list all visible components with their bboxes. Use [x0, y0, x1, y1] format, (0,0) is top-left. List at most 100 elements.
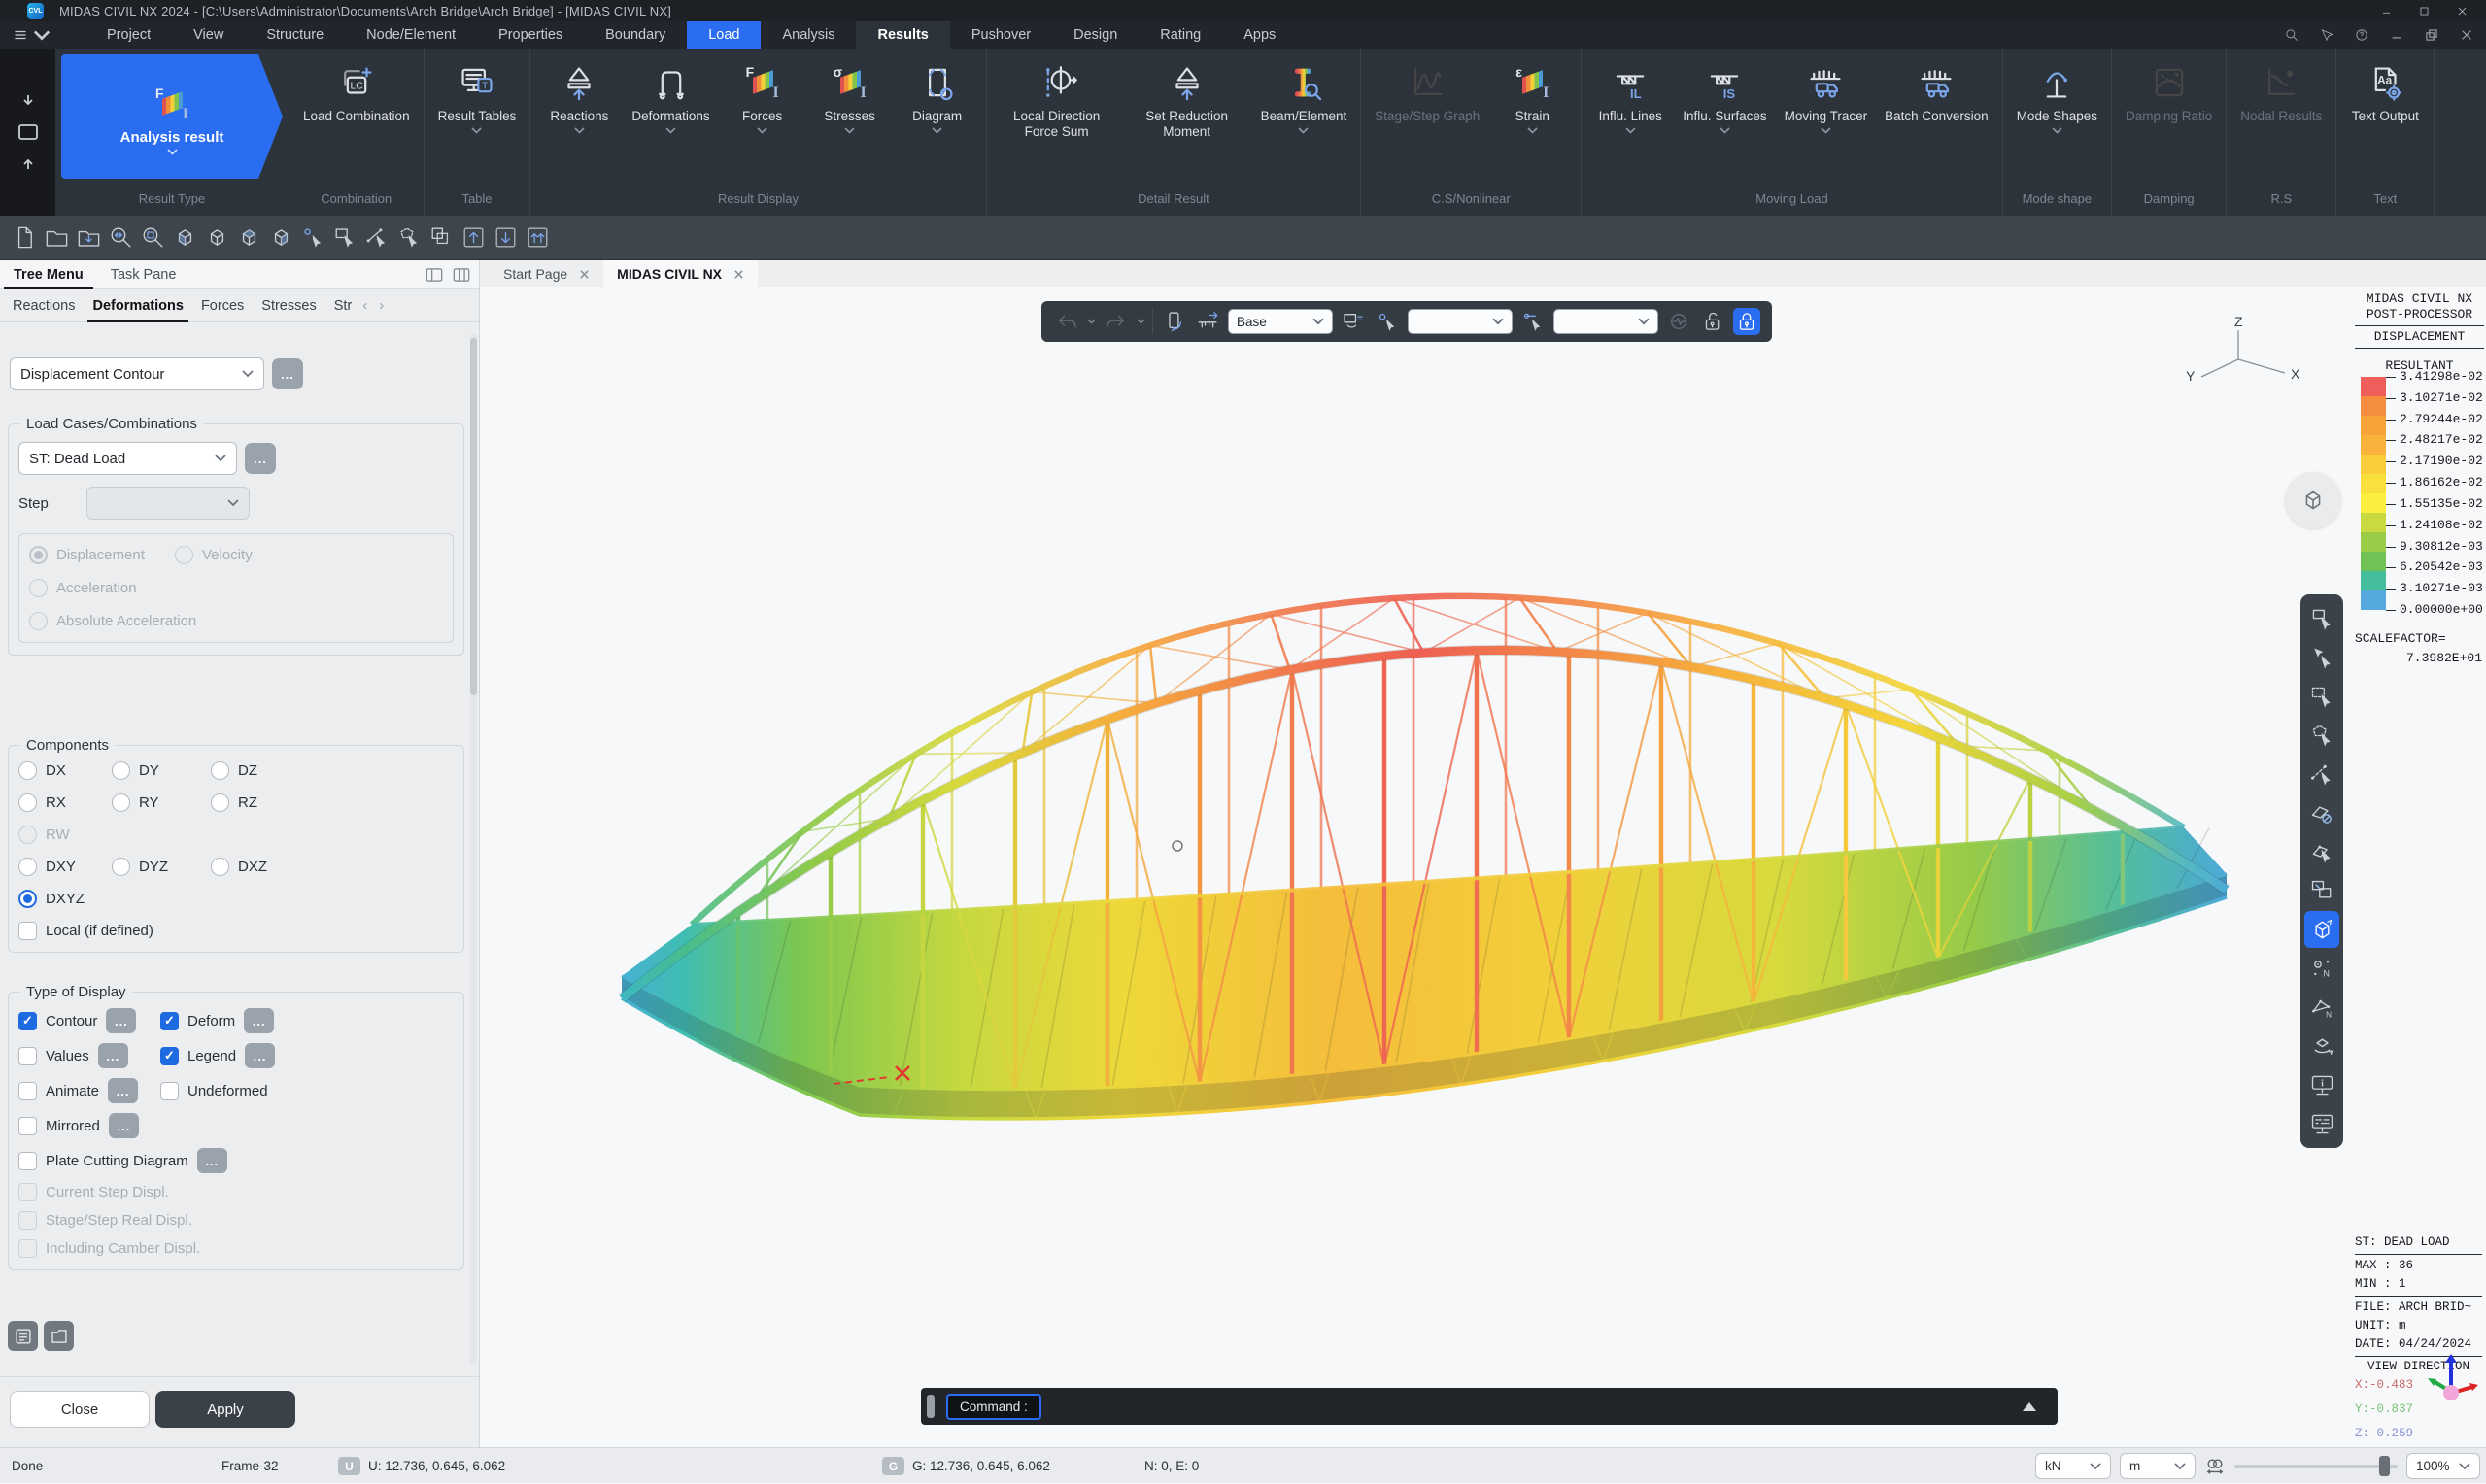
ribbon-button-text-output[interactable]: AaText Output [2342, 54, 2428, 188]
ribbon-button-reactions[interactable]: Reactions [536, 54, 622, 188]
checkbox-box[interactable] [18, 1211, 37, 1230]
option-settings-button[interactable]: ... [245, 1043, 275, 1068]
tab-tree-menu[interactable]: Tree Menu [0, 260, 97, 288]
checkbox-box[interactable] [18, 1239, 37, 1258]
menu-item-structure[interactable]: Structure [245, 21, 345, 49]
base-select[interactable]: Base [1228, 309, 1333, 334]
radio-circle[interactable] [18, 793, 37, 812]
radio-circle[interactable] [18, 761, 37, 780]
pick-line-rt-icon[interactable] [2304, 756, 2339, 793]
checkbox-animate[interactable]: Animate... [18, 1078, 160, 1103]
result-tab-str[interactable]: Str [325, 289, 361, 321]
select-single-icon[interactable] [2304, 600, 2339, 637]
import-file-icon[interactable] [74, 223, 103, 253]
ribbon-button-deformations[interactable]: Deformations [624, 54, 717, 188]
ribbon-button-batch-conversion[interactable]: Batch Conversion [1877, 54, 1996, 188]
menu-item-view[interactable]: View [172, 21, 245, 49]
ribbon-button-diagram[interactable]: Diagram [895, 54, 980, 188]
tabs-scroll-left-icon[interactable]: ‹ [362, 297, 367, 314]
checkbox-undeformed[interactable]: Undeformed [160, 1078, 454, 1103]
step-select[interactable] [86, 487, 250, 520]
close-icon[interactable] [2456, 5, 2469, 17]
zoom-window-2-icon[interactable] [2304, 872, 2339, 909]
radio-circle[interactable] [112, 858, 130, 876]
chevron-down-icon[interactable] [844, 127, 855, 134]
pick-line-icon[interactable] [362, 223, 392, 253]
checkbox-box[interactable] [18, 1152, 37, 1170]
chevron-down-icon[interactable] [574, 127, 585, 134]
ribbon-button-stage-step-graph[interactable]: Stage/Step Graph [1367, 54, 1487, 188]
ribbon-button-moving-tracer[interactable]: Moving Tracer [1777, 54, 1876, 188]
minimize-icon[interactable] [2380, 5, 2393, 17]
tab-midas-civil-nx[interactable]: MIDAS CIVIL NX [603, 260, 758, 287]
radio-circle[interactable] [211, 793, 229, 812]
apply-button[interactable]: Apply [155, 1391, 295, 1428]
menu-item-load[interactable]: Load [687, 21, 761, 49]
radio-circle[interactable] [112, 761, 130, 780]
chevron-down-icon[interactable] [1821, 127, 1831, 134]
load-case-select[interactable]: ST: Dead Load [18, 442, 237, 475]
checkbox-box[interactable] [18, 1183, 37, 1201]
help-icon[interactable] [2354, 27, 2369, 43]
radio-dy[interactable]: DY [112, 761, 211, 780]
select-identity-icon[interactable] [298, 223, 327, 253]
tabs-scroll-right-icon[interactable]: › [379, 297, 384, 314]
zoom-slider[interactable] [2234, 1453, 2398, 1479]
record-result-button[interactable] [8, 1321, 38, 1351]
checkbox-contour[interactable]: ✓Contour... [18, 1008, 160, 1033]
menu-item-analysis[interactable]: Analysis [761, 21, 856, 49]
radio-circle[interactable] [18, 890, 37, 908]
load-case-options-button[interactable]: ... [245, 443, 276, 474]
length-unit-select[interactable]: m [2120, 1453, 2196, 1479]
result-tab-forces[interactable]: Forces [192, 289, 253, 321]
menu-item-node-element[interactable]: Node/Element [345, 21, 477, 49]
checkbox-plate-cutting-diagram[interactable]: Plate Cutting Diagram... [18, 1148, 454, 1173]
dynamic-view-icon[interactable] [1665, 308, 1692, 335]
chevron-down-icon[interactable] [167, 149, 178, 155]
chevron-down-icon[interactable] [932, 127, 942, 134]
search-icon[interactable] [2284, 27, 2299, 43]
result-tab-stresses[interactable]: Stresses [253, 289, 324, 321]
radio-circle[interactable] [29, 579, 48, 597]
save-result-button[interactable] [44, 1321, 74, 1351]
select-box-icon[interactable] [330, 223, 359, 253]
view-front-icon[interactable] [170, 223, 199, 253]
doc-restore-icon[interactable] [2424, 27, 2439, 43]
option-settings-button[interactable]: ... [197, 1148, 227, 1173]
open-file-icon[interactable] [42, 223, 71, 253]
view-top-icon[interactable] [234, 223, 263, 253]
plane-normal-icon[interactable]: N [2304, 989, 2339, 1026]
radio-displacement[interactable]: Displacement [29, 546, 175, 564]
menu-item-rating[interactable]: Rating [1139, 21, 1222, 49]
radio-dxy[interactable]: DXY [18, 858, 112, 876]
checkbox-deform[interactable]: ✓Deform... [160, 1008, 454, 1033]
zoom-fit-icon[interactable] [106, 223, 135, 253]
select-polygon-icon[interactable] [394, 223, 424, 253]
zoom-level-select[interactable]: 100% [2406, 1453, 2480, 1479]
redo-icon[interactable] [1103, 308, 1130, 335]
checkbox-box[interactable] [18, 1082, 37, 1100]
ribbon-button-strain[interactable]: εIStrain [1489, 54, 1575, 188]
menu-item-properties[interactable]: Properties [477, 21, 584, 49]
feedback-pointer-icon[interactable] [2319, 27, 2334, 43]
ribbon-button-stresses[interactable]: σIStresses [807, 54, 893, 188]
ribbon-button-beam-element[interactable]: Beam/Element [1253, 54, 1355, 188]
ribbon-dock-toggle[interactable] [0, 49, 55, 216]
chevron-down-icon[interactable] [665, 127, 676, 134]
option-settings-button[interactable]: ... [244, 1008, 274, 1033]
new-file-icon[interactable] [10, 223, 39, 253]
ribbon-button-influ-surfaces[interactable]: ISInflu. Surfaces [1675, 54, 1774, 188]
panel-scrollbar[interactable] [470, 334, 477, 1364]
checkbox-current-step-displ[interactable]: Current Step Displ. [18, 1183, 454, 1201]
view-iso-icon[interactable] [202, 223, 231, 253]
menu-item-results[interactable]: Results [856, 21, 949, 49]
option-settings-button[interactable]: ... [109, 1113, 139, 1138]
view-left-icon[interactable] [266, 223, 295, 253]
model-viewport[interactable]: Base Z Y X NN MIDAS CIVIL NX POST-PROCES… [480, 287, 2486, 1447]
checkbox-stage-step-real-displ[interactable]: Stage/Step Real Displ. [18, 1211, 454, 1230]
option-settings-button[interactable]: ... [98, 1043, 128, 1068]
checkbox-legend[interactable]: ✓Legend... [160, 1043, 454, 1068]
undo-icon[interactable] [1053, 308, 1080, 335]
radio-circle[interactable] [211, 858, 229, 876]
chevron-down-icon[interactable] [1527, 127, 1538, 134]
